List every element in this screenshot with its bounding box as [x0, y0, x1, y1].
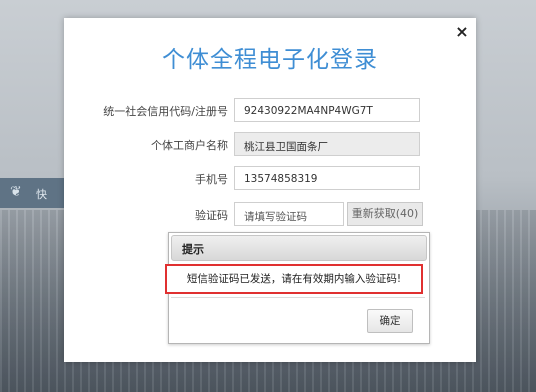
phone-label: 手机号 — [195, 173, 228, 186]
prompt-dialog: 提示 短信验证码已发送，请在有效期内输入验证码! 确定 — [165, 232, 430, 344]
close-icon[interactable]: × — [454, 24, 470, 40]
credit-code-input[interactable]: 92430922MA4NP4WG7T — [234, 98, 420, 122]
leaf-icon: ❦ — [10, 184, 22, 200]
verify-code-input[interactable]: 请填写验证码 — [234, 202, 344, 226]
dialog-title: 个体全程电子化登录 — [162, 47, 378, 73]
credit-code-label: 统一社会信用代码/注册号 — [103, 105, 228, 118]
resend-code-button[interactable]: 重新获取(40) — [347, 202, 423, 226]
ok-button[interactable]: 确定 — [367, 309, 413, 333]
prompt-title: 提示 — [182, 243, 204, 256]
business-name-input: 桃江县卫国面条厂 — [234, 132, 420, 156]
business-name-label: 个体工商户名称 — [151, 139, 228, 152]
credit-code-row: 统一社会信用代码/注册号 92430922MA4NP4WG7T — [64, 98, 476, 124]
prompt-message: 短信验证码已发送，请在有效期内输入验证码! — [165, 264, 423, 294]
phone-row: 手机号 13574858319 — [64, 166, 476, 192]
prompt-header: 提示 — [171, 235, 427, 261]
side-tab-label: 快 — [36, 188, 47, 201]
business-name-row: 个体工商户名称 桃江县卫国面条厂 — [64, 132, 476, 158]
prompt-divider — [171, 297, 425, 298]
phone-input[interactable]: 13574858319 — [234, 166, 420, 190]
background-side-tab: ❦ 快 — [0, 178, 70, 208]
verify-code-label: 验证码 — [195, 209, 228, 222]
verify-code-row: 验证码 请填写验证码 重新获取(40) — [64, 202, 476, 228]
